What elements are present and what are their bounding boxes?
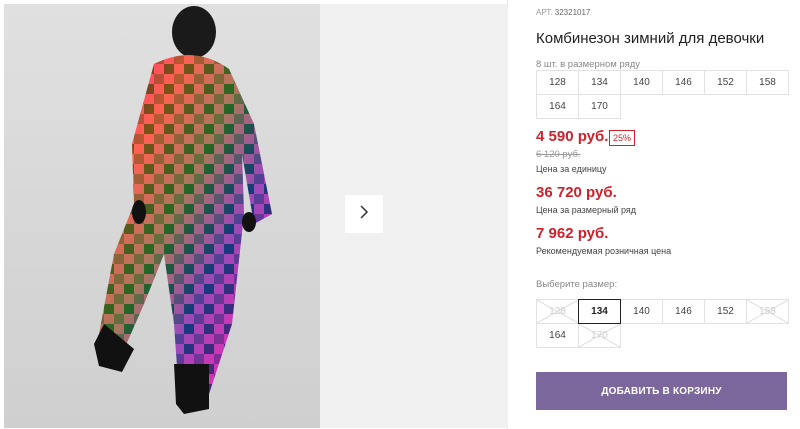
size-option-134[interactable]: 134 (578, 299, 621, 324)
unit-price-label: Цена за единицу (536, 164, 607, 174)
range-price-label: Цена за размерный ряд (536, 205, 637, 215)
retail-price: 7 962 руб. (536, 225, 609, 242)
size-range-cell: 128 (536, 70, 579, 95)
product-photo (4, 4, 320, 428)
discount-badge: 25% (609, 130, 636, 146)
size-option-146[interactable]: 146 (662, 299, 705, 324)
size-option-label: 164 (549, 330, 566, 341)
size-option-152[interactable]: 152 (704, 299, 747, 324)
size-option-140[interactable]: 140 (620, 299, 663, 324)
product-gallery (0, 0, 508, 429)
article-label: АРТ. (536, 8, 553, 17)
next-photo-button[interactable] (345, 195, 383, 233)
range-price: 36 720 руб. (536, 184, 617, 201)
unavailable-cross-icon (537, 300, 578, 323)
unavailable-cross-icon (747, 300, 788, 323)
size-option-164[interactable]: 164 (536, 323, 579, 348)
size-range-cell: 134 (578, 70, 621, 95)
size-range-cell: 146 (662, 70, 705, 95)
size-range-cell: 152 (704, 70, 747, 95)
size-range-cell: 140 (620, 70, 663, 95)
size-option-label: 134 (591, 306, 608, 317)
size-range-cell: 164 (536, 94, 579, 119)
size-option-label: 146 (675, 306, 692, 317)
product-title: Комбинезон зимний для девочки (536, 30, 765, 47)
size-range-cell: 170 (578, 94, 621, 119)
size-option-158[interactable]: 158 (746, 299, 789, 324)
article-number: АРТ. 32321017 (536, 8, 590, 17)
size-picker: 128 134 140 146 152 158 164 170 (536, 299, 789, 348)
unavailable-cross-icon (579, 324, 620, 347)
size-option-170[interactable]: 170 (578, 323, 621, 348)
unit-price: 4 590 руб. (536, 128, 609, 145)
old-price: 6 120 руб. (536, 149, 581, 160)
size-option-label: 152 (717, 306, 734, 317)
add-to-cart-button[interactable]: ДОБАВИТЬ В КОРЗИНУ (536, 372, 787, 410)
size-range-cell: 158 (746, 70, 789, 95)
article-value: 32321017 (554, 8, 591, 17)
size-range-grid: 128 134 140 146 152 158 164 170 (536, 70, 789, 119)
retail-price-label: Рекомендуемая розничная цена (536, 246, 672, 256)
chevron-right-icon (358, 204, 370, 225)
size-option-label: 140 (633, 306, 650, 317)
product-photo-image (4, 4, 320, 428)
size-option-128[interactable]: 128 (536, 299, 579, 324)
size-picker-label: Выберите размер: (536, 279, 618, 290)
size-range-label: 8 шт. в размерном ряду (536, 59, 641, 70)
